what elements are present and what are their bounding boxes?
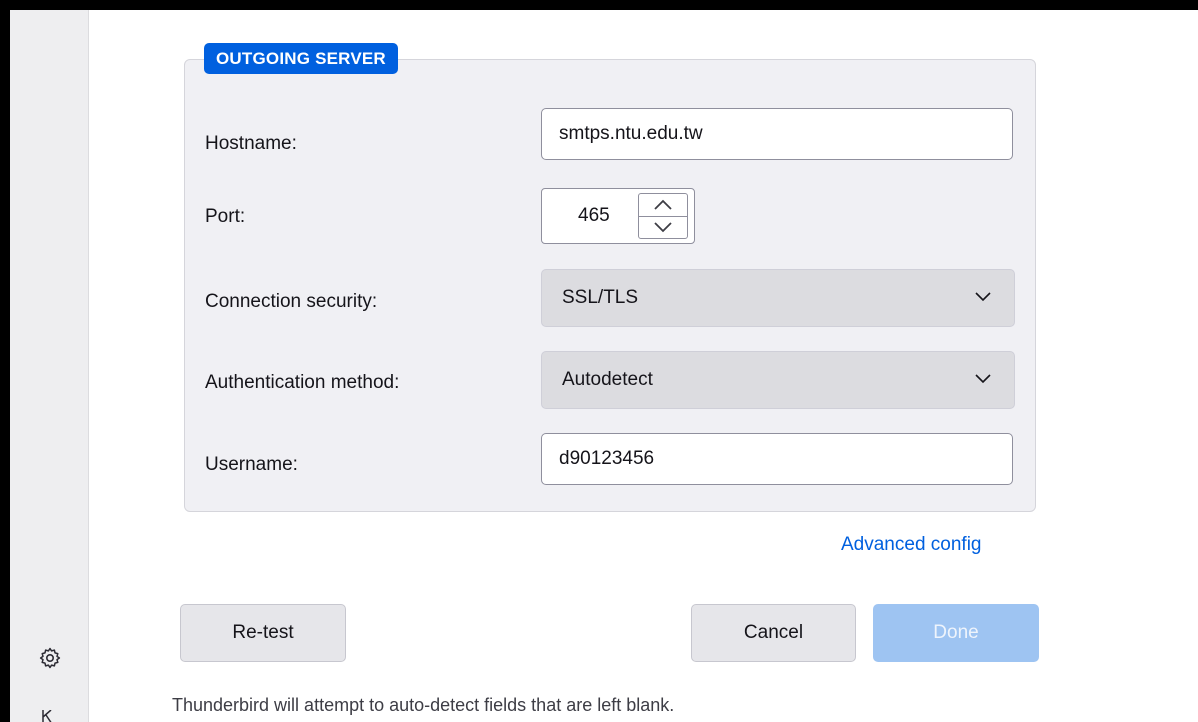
port-label: Port: [205, 206, 246, 227]
port-input[interactable]: 465 [541, 188, 695, 244]
outgoing-server-legend: OUTGOING SERVER [204, 43, 398, 74]
setup-content: OUTGOING SERVER Hostname: smtps.ntu.edu.… [89, 10, 1198, 722]
account-setup-window: OUTGOING SERVER Hostname: smtps.ntu.edu.… [10, 10, 1198, 722]
connection-security-label: Connection security: [205, 291, 378, 312]
username-label: Username: [205, 454, 298, 475]
port-stepper[interactable] [638, 193, 688, 239]
hostname-input[interactable]: smtps.ntu.edu.tw [541, 108, 1013, 160]
advanced-config-link[interactable]: Advanced config [841, 530, 982, 560]
auth-method-label: Authentication method: [205, 372, 400, 393]
gear-icon[interactable] [38, 646, 62, 670]
auth-method-select[interactable]: Autodetect [541, 351, 1015, 409]
hostname-label: Hostname: [205, 133, 297, 154]
chevron-down-icon [975, 374, 991, 384]
auth-method-value: Autodetect [562, 369, 653, 390]
connection-security-value: SSL/TLS [562, 287, 639, 308]
cancel-button[interactable]: Cancel [691, 604, 856, 662]
chevron-up-icon [654, 199, 672, 210]
address-book-icon[interactable] [40, 710, 54, 722]
done-button[interactable]: Done [873, 604, 1039, 662]
retest-button[interactable]: Re-test [180, 604, 346, 662]
port-decrement-button[interactable] [639, 216, 687, 238]
port-value: 465 [578, 205, 610, 226]
connection-security-select[interactable]: SSL/TLS [541, 269, 1015, 327]
autodetect-note: Thunderbird will attempt to auto-detect … [172, 695, 675, 715]
sidebar [10, 10, 89, 722]
port-increment-button[interactable] [639, 194, 687, 217]
chevron-down-icon [975, 292, 991, 302]
chevron-down-icon [654, 222, 672, 233]
username-input[interactable]: d90123456 [541, 433, 1013, 485]
